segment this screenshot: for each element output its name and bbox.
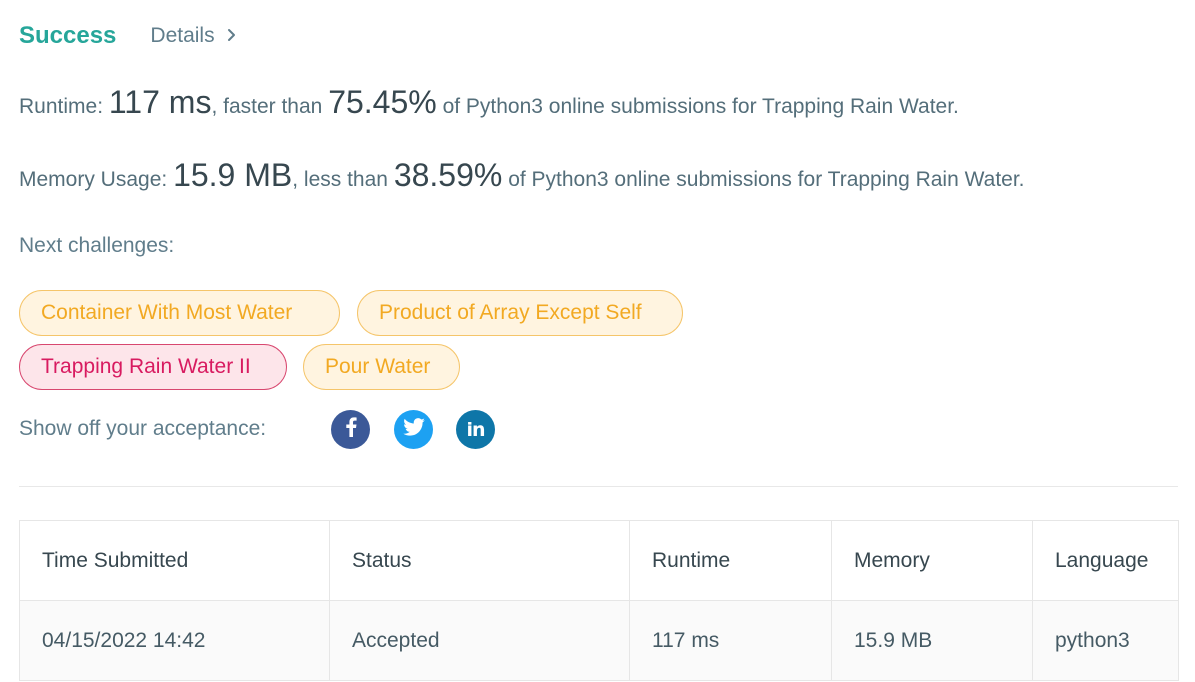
column-header-memory[interactable]: Memory	[831, 520, 1033, 601]
cell-time-submitted: 04/15/2022 14:42	[19, 600, 330, 681]
memory-stat: Memory Usage: 15.9 MB, less than 38.59% …	[19, 157, 1025, 194]
twitter-share-button[interactable]	[394, 410, 433, 449]
facebook-share-button[interactable]	[331, 410, 370, 449]
column-header-status[interactable]: Status	[329, 520, 630, 601]
challenge-tag-trapping-rain-water-ii[interactable]: Trapping Rain Water II	[19, 344, 287, 390]
runtime-suffix: of Python3 online submissions for Trappi…	[442, 95, 959, 118]
linkedin-share-button[interactable]: in	[456, 410, 495, 449]
divider	[19, 486, 1178, 487]
memory-value: 15.9 MB	[173, 157, 293, 193]
column-header-language[interactable]: Language	[1032, 520, 1179, 601]
details-label: Details	[150, 24, 215, 47]
challenge-tag-product-of-array-except-self[interactable]: Product of Array Except Self	[357, 290, 683, 336]
facebook-icon	[345, 417, 357, 442]
linkedin-icon: in	[466, 418, 485, 441]
chevron-right-icon	[227, 24, 236, 48]
runtime-mid-text: , faster than	[211, 95, 323, 118]
cell-runtime: 117 ms	[629, 600, 832, 681]
memory-mid-text: , less than	[292, 168, 388, 191]
cell-memory: 15.9 MB	[831, 600, 1033, 681]
runtime-value: 117 ms	[108, 84, 212, 120]
submissions-table: Time Submitted Status Runtime Memory Lan…	[19, 520, 1179, 681]
twitter-icon	[402, 418, 425, 441]
runtime-stat: Runtime: 117 ms, faster than 75.45% of P…	[19, 84, 959, 121]
cell-status-accepted[interactable]: Accepted	[329, 600, 630, 681]
table-header-row: Time Submitted Status Runtime Memory Lan…	[19, 520, 1179, 601]
challenge-tag-pour-water[interactable]: Pour Water	[303, 344, 460, 390]
runtime-percent: 75.45%	[328, 84, 437, 120]
status-title: Success	[19, 22, 117, 49]
share-label: Show off your acceptance:	[19, 417, 267, 440]
cell-language: python3	[1032, 600, 1179, 681]
memory-label: Memory Usage:	[19, 168, 168, 191]
memory-percent: 38.59%	[393, 157, 503, 193]
table-row[interactable]: 04/15/2022 14:42 Accepted 117 ms 15.9 MB…	[19, 600, 1179, 681]
details-link[interactable]: Details	[150, 24, 235, 48]
memory-suffix: of Python3 online submissions for Trappi…	[508, 168, 1025, 191]
next-challenges-label: Next challenges:	[19, 234, 175, 257]
result-header: Success Details	[19, 18, 236, 54]
runtime-label: Runtime:	[19, 95, 104, 118]
column-header-time-submitted[interactable]: Time Submitted	[19, 520, 330, 601]
column-header-runtime[interactable]: Runtime	[629, 520, 832, 601]
challenge-tag-container-with-most-water[interactable]: Container With Most Water	[19, 290, 340, 336]
